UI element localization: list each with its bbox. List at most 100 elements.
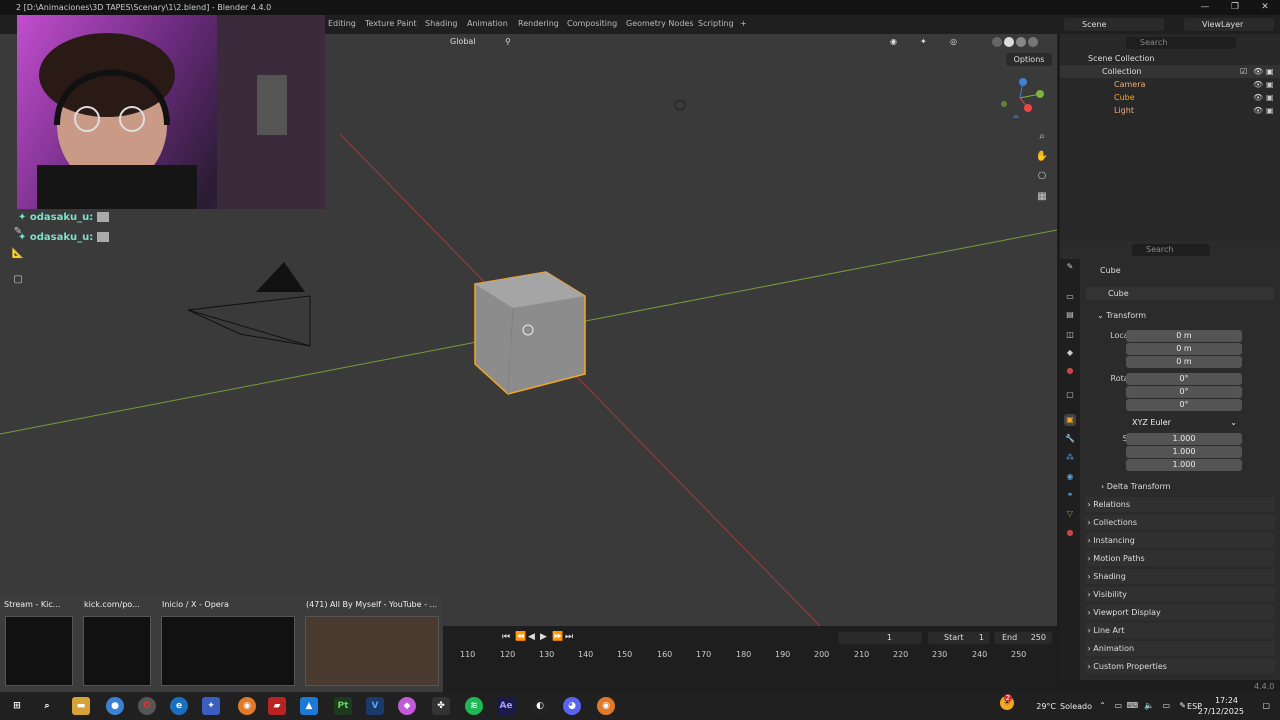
panel-line-art[interactable]: › Line Art bbox=[1085, 623, 1275, 638]
end-frame-field[interactable]: End 250 bbox=[994, 632, 1052, 644]
modifier-tab-icon[interactable]: 🔧 bbox=[1064, 433, 1076, 445]
add-cube-tool-icon[interactable]: ▢ bbox=[10, 272, 26, 288]
panel-instancing[interactable]: › Instancing bbox=[1085, 533, 1275, 548]
jump-start-icon[interactable]: ⏮ bbox=[502, 632, 510, 642]
physics-tab-icon[interactable]: ◉ bbox=[1064, 471, 1076, 483]
windows-start-icon[interactable]: ⊞ bbox=[8, 697, 26, 715]
add-workspace-button[interactable]: + bbox=[740, 19, 747, 28]
start-frame-field[interactable]: Start 1 bbox=[928, 632, 990, 644]
measure-tool-icon[interactable]: 📐 bbox=[10, 246, 26, 262]
search-icon[interactable]: ⌕ bbox=[38, 697, 56, 715]
photos-icon[interactable]: ▲ bbox=[300, 697, 318, 715]
battery-icon[interactable]: ▭ bbox=[1162, 701, 1170, 710]
outliner-item-scene-collection[interactable]: Scene Collection bbox=[1060, 52, 1280, 65]
scene-selector[interactable]: Scene bbox=[1064, 18, 1164, 31]
navigation-gizmo[interactable] bbox=[998, 78, 1048, 118]
tab-shading[interactable]: Shading bbox=[425, 19, 458, 28]
world-tab-icon[interactable]: ● bbox=[1064, 365, 1076, 377]
material-tab-icon[interactable]: ● bbox=[1064, 527, 1076, 539]
camera-render-icon[interactable]: ▣ bbox=[1266, 91, 1274, 104]
minimize-button[interactable]: — bbox=[1190, 0, 1220, 15]
constraints-tab-icon[interactable]: ⚭ bbox=[1064, 489, 1076, 501]
particles-tab-icon[interactable]: ⁂ bbox=[1064, 452, 1076, 464]
panel-shading[interactable]: › Shading bbox=[1085, 569, 1275, 584]
rotation-y-field[interactable]: 0° bbox=[1126, 386, 1242, 398]
outliner-search-field[interactable]: Search bbox=[1126, 37, 1236, 49]
location-x-field[interactable]: 0 m bbox=[1126, 330, 1242, 342]
panel-collections[interactable]: › Collections bbox=[1085, 515, 1275, 530]
options-dropdown[interactable]: Options bbox=[1006, 53, 1052, 66]
wireframe-shading-button[interactable] bbox=[992, 37, 1002, 47]
file-explorer-icon[interactable]: ▬ bbox=[72, 697, 90, 715]
play-reverse-icon[interactable]: ◀ bbox=[528, 632, 535, 642]
prev-keyframe-icon[interactable]: ⏪ bbox=[515, 632, 526, 642]
jump-end-icon[interactable]: ⏭ bbox=[565, 632, 573, 642]
pt-icon[interactable]: Pt bbox=[334, 697, 352, 715]
properties-search-field[interactable]: Search bbox=[1132, 244, 1210, 256]
tab-compositing[interactable]: Compositing bbox=[567, 19, 617, 28]
spotify-icon[interactable]: ≋ bbox=[465, 697, 483, 715]
data-tab-icon[interactable]: ▽ bbox=[1064, 508, 1076, 520]
panel-animation[interactable]: › Animation bbox=[1085, 641, 1275, 656]
tool-tab-icon[interactable]: ✎ bbox=[1064, 261, 1076, 273]
discord-icon[interactable]: ◕ bbox=[563, 697, 581, 715]
camera-render-icon[interactable]: ▣ bbox=[1266, 104, 1274, 117]
edge-icon[interactable]: e bbox=[170, 697, 188, 715]
delta-transform-header[interactable]: › Delta Transform bbox=[1097, 479, 1280, 494]
volume-icon[interactable]: 🔈 bbox=[1144, 701, 1154, 710]
eye-icon[interactable]: 👁 bbox=[1253, 65, 1263, 78]
next-keyframe-icon[interactable]: ⏩ bbox=[552, 632, 563, 642]
notifications-icon[interactable]: ▢ bbox=[1262, 701, 1270, 710]
panel-viewport-display[interactable]: › Viewport Display bbox=[1085, 605, 1275, 620]
chevron-up-icon[interactable]: ⌃ bbox=[1099, 701, 1106, 710]
voicemeeter-icon[interactable]: ▰ bbox=[268, 697, 286, 715]
collection-tab-icon[interactable]: ▢ bbox=[1064, 389, 1076, 401]
location-z-field[interactable]: 0 m bbox=[1126, 356, 1242, 368]
camera-view-icon[interactable]: ⎔ bbox=[1033, 168, 1051, 186]
blender-icon[interactable]: ◉ bbox=[238, 697, 256, 715]
rotation-mode-dropdown[interactable]: XYZ Euler ⌄ bbox=[1126, 417, 1242, 429]
app-icon[interactable]: ✤ bbox=[432, 697, 450, 715]
current-frame-field[interactable]: 1 bbox=[838, 632, 922, 644]
clock-time[interactable]: 17:24 bbox=[1215, 696, 1238, 705]
gizmo-icon[interactable]: ✦ bbox=[920, 37, 927, 46]
object-tab-icon[interactable]: ▣ bbox=[1064, 414, 1076, 426]
tab-geometry-nodes[interactable]: Geometry Nodes bbox=[626, 19, 693, 28]
tab-editing[interactable]: Editing bbox=[328, 19, 356, 28]
obs-icon[interactable]: ◐ bbox=[531, 697, 549, 715]
rotation-x-field[interactable]: 0° bbox=[1126, 373, 1242, 385]
network-icon[interactable]: ⌨ bbox=[1126, 701, 1138, 710]
view-layer-tab-icon[interactable]: ◫ bbox=[1064, 329, 1076, 341]
preview-youtube[interactable]: (471) All By Myself - YouTube - ... bbox=[302, 596, 442, 692]
object-name-field[interactable]: Cube bbox=[1086, 287, 1274, 300]
scale-z-field[interactable]: 1.000 bbox=[1126, 459, 1242, 471]
material-shading-button[interactable] bbox=[1016, 37, 1026, 47]
solid-shading-button[interactable] bbox=[1004, 37, 1014, 47]
close-button[interactable]: ✕ bbox=[1250, 0, 1280, 15]
transform-panel-header[interactable]: ⌄ Transform bbox=[1085, 308, 1275, 323]
eye-icon[interactable]: 👁 bbox=[1253, 104, 1263, 117]
pan-hand-icon[interactable]: ✋ bbox=[1033, 148, 1051, 166]
outliner-item-camera[interactable]: Camera 👁 ▣ bbox=[1060, 78, 1280, 91]
scale-y-field[interactable]: 1.000 bbox=[1126, 446, 1242, 458]
orientation-dropdown[interactable]: Global bbox=[450, 37, 476, 46]
panel-motion-paths[interactable]: › Motion Paths bbox=[1085, 551, 1275, 566]
grid-view-icon[interactable]: ▦ bbox=[1033, 188, 1051, 206]
chrome-icon[interactable]: ● bbox=[106, 697, 124, 715]
clock-date[interactable]: 27/12/2025 bbox=[1198, 707, 1244, 716]
camera-render-icon[interactable]: ▣ bbox=[1266, 78, 1274, 91]
panel-relations[interactable]: › Relations bbox=[1085, 497, 1275, 512]
render-tab-icon[interactable]: ▭ bbox=[1064, 291, 1076, 303]
view-layer-selector[interactable]: ViewLayer bbox=[1184, 18, 1274, 31]
outliner-item-light[interactable]: Light 👁 ▣ bbox=[1060, 104, 1280, 117]
output-tab-icon[interactable]: ▤ bbox=[1064, 309, 1076, 321]
eye-icon[interactable]: 👁 bbox=[1253, 91, 1263, 104]
tab-texture-paint[interactable]: Texture Paint bbox=[365, 19, 417, 28]
app-icon[interactable]: ◆ bbox=[398, 697, 416, 715]
timeline-editor[interactable]: ⏮ ⏪ ◀ ▶ ⏩ ⏭ 1 Start 1 End 250 110 120 13… bbox=[440, 626, 1057, 694]
preview-stream-kick[interactable]: Stream - Kic... bbox=[0, 596, 78, 692]
preview-x-opera[interactable]: Inicio / X - Opera bbox=[158, 596, 300, 692]
blender-icon[interactable]: ◉ bbox=[597, 697, 615, 715]
tab-scripting[interactable]: Scripting bbox=[698, 19, 734, 28]
after-effects-icon[interactable]: Ae bbox=[497, 697, 515, 715]
